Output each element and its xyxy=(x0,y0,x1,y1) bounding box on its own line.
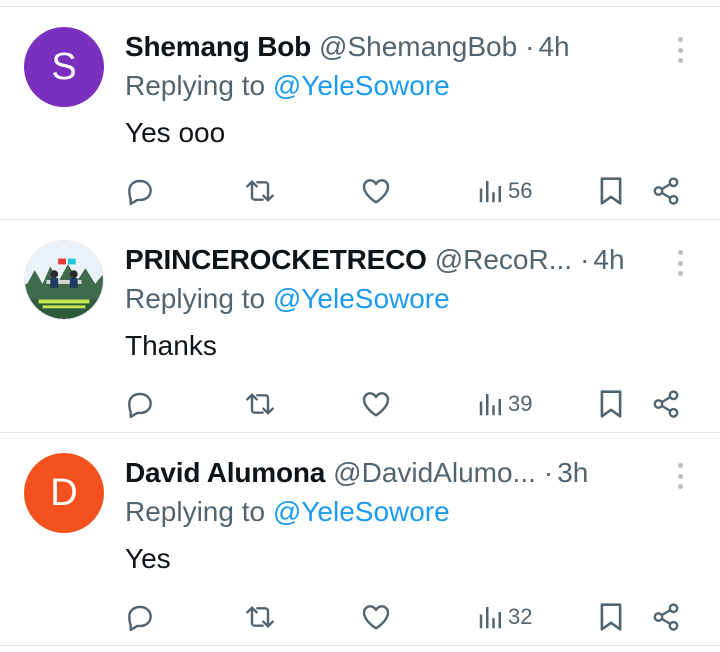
views-icon xyxy=(479,181,501,203)
retweet-icon xyxy=(246,393,274,415)
user-handle[interactable]: @RecoR... xyxy=(435,244,572,276)
replying-to: Replying to @YeleSowore xyxy=(125,70,450,102)
share-icon xyxy=(653,390,679,418)
replying-to: Replying to @YeleSowore xyxy=(125,283,450,315)
reply-text: Yes xyxy=(125,543,171,574)
display-name[interactable]: Shemang Bob xyxy=(125,31,311,63)
avatar[interactable] xyxy=(24,240,104,320)
bookmark-icon xyxy=(600,390,622,418)
like-icon xyxy=(362,605,390,630)
bookmark-button[interactable] xyxy=(598,382,624,426)
reply-item[interactable]: D David Alumona @DavidAlumo... · 3h Repl… xyxy=(0,433,720,646)
reply-icon xyxy=(128,179,152,206)
share-button[interactable] xyxy=(651,169,681,213)
separator: · xyxy=(580,244,590,275)
reply-icon xyxy=(128,605,152,632)
views-count: 39 xyxy=(508,391,533,416)
avatar[interactable]: D xyxy=(24,453,104,533)
share-icon xyxy=(653,603,679,631)
views-count: 32 xyxy=(508,604,533,629)
timestamp[interactable]: 4h xyxy=(593,244,624,276)
more-options-icon[interactable] xyxy=(676,37,684,63)
replying-to: Replying to @YeleSowore xyxy=(125,496,450,528)
user-handle[interactable]: @DavidAlumo... xyxy=(333,457,536,489)
reply-header: Shemang Bob @ShemangBob · 4h xyxy=(125,27,660,67)
avatar-letter: D xyxy=(50,471,78,514)
like-button[interactable] xyxy=(360,595,392,639)
bookmark-icon xyxy=(600,177,622,205)
reply-item[interactable]: S Shemang Bob @ShemangBob · 4h Replying … xyxy=(0,7,720,220)
like-button[interactable] xyxy=(360,382,392,426)
retweet-button[interactable] xyxy=(242,169,278,213)
views-button[interactable]: 32 xyxy=(478,595,532,639)
like-icon xyxy=(362,392,390,417)
action-bar: 39 xyxy=(0,382,720,426)
mention-link[interactable]: @YeleSowore xyxy=(273,70,450,101)
reply-header: David Alumona @DavidAlumo... · 3h xyxy=(125,453,660,493)
replying-prefix: Replying to xyxy=(125,283,266,314)
share-button[interactable] xyxy=(651,382,681,426)
avatar-image xyxy=(25,241,103,319)
action-bar: 56 xyxy=(0,169,720,213)
retweet-icon xyxy=(246,180,274,202)
more-options-icon[interactable] xyxy=(676,463,684,489)
reply-button[interactable] xyxy=(124,382,156,426)
reply-text: Yes ooo xyxy=(125,117,226,148)
separator: · xyxy=(543,457,554,488)
reply-item[interactable]: PRINCEROCKETRECO @RecoR... · 4h Replying… xyxy=(0,220,720,433)
action-bar: 32 xyxy=(0,595,720,639)
user-handle[interactable]: @ShemangBob xyxy=(319,31,517,63)
mention-link[interactable]: @YeleSowore xyxy=(273,283,450,314)
more-options-icon[interactable] xyxy=(676,250,684,276)
replies-feed: S Shemang Bob @ShemangBob · 4h Replying … xyxy=(0,0,720,652)
display-name[interactable]: David Alumona xyxy=(125,457,325,489)
retweet-button[interactable] xyxy=(242,595,278,639)
mention-link[interactable]: @YeleSowore xyxy=(273,496,450,527)
like-button[interactable] xyxy=(360,169,392,213)
avatar[interactable]: S xyxy=(24,27,104,107)
timestamp[interactable]: 4h xyxy=(538,31,569,63)
replying-prefix: Replying to xyxy=(125,70,266,101)
views-count: 56 xyxy=(508,178,533,203)
divider xyxy=(0,645,720,646)
like-icon xyxy=(362,179,390,204)
views-icon xyxy=(479,394,501,416)
reply-button[interactable] xyxy=(124,169,156,213)
reply-header: PRINCEROCKETRECO @RecoR... · 4h xyxy=(125,240,660,280)
display-name[interactable]: PRINCEROCKETRECO xyxy=(125,244,427,276)
bookmark-button[interactable] xyxy=(598,169,624,213)
avatar-letter: S xyxy=(51,45,77,88)
bookmark-button[interactable] xyxy=(598,595,624,639)
bookmark-icon xyxy=(600,603,622,631)
share-button[interactable] xyxy=(651,595,681,639)
views-icon xyxy=(479,607,501,629)
retweet-icon xyxy=(246,606,274,628)
retweet-button[interactable] xyxy=(242,382,278,426)
share-icon xyxy=(653,177,679,205)
reply-icon xyxy=(128,392,152,419)
views-button[interactable]: 56 xyxy=(478,169,532,213)
replying-prefix: Replying to xyxy=(125,496,266,527)
reply-button[interactable] xyxy=(124,595,156,639)
reply-text: Thanks xyxy=(125,330,217,361)
views-button[interactable]: 39 xyxy=(478,382,532,426)
separator: · xyxy=(525,31,535,62)
timestamp[interactable]: 3h xyxy=(557,457,588,489)
